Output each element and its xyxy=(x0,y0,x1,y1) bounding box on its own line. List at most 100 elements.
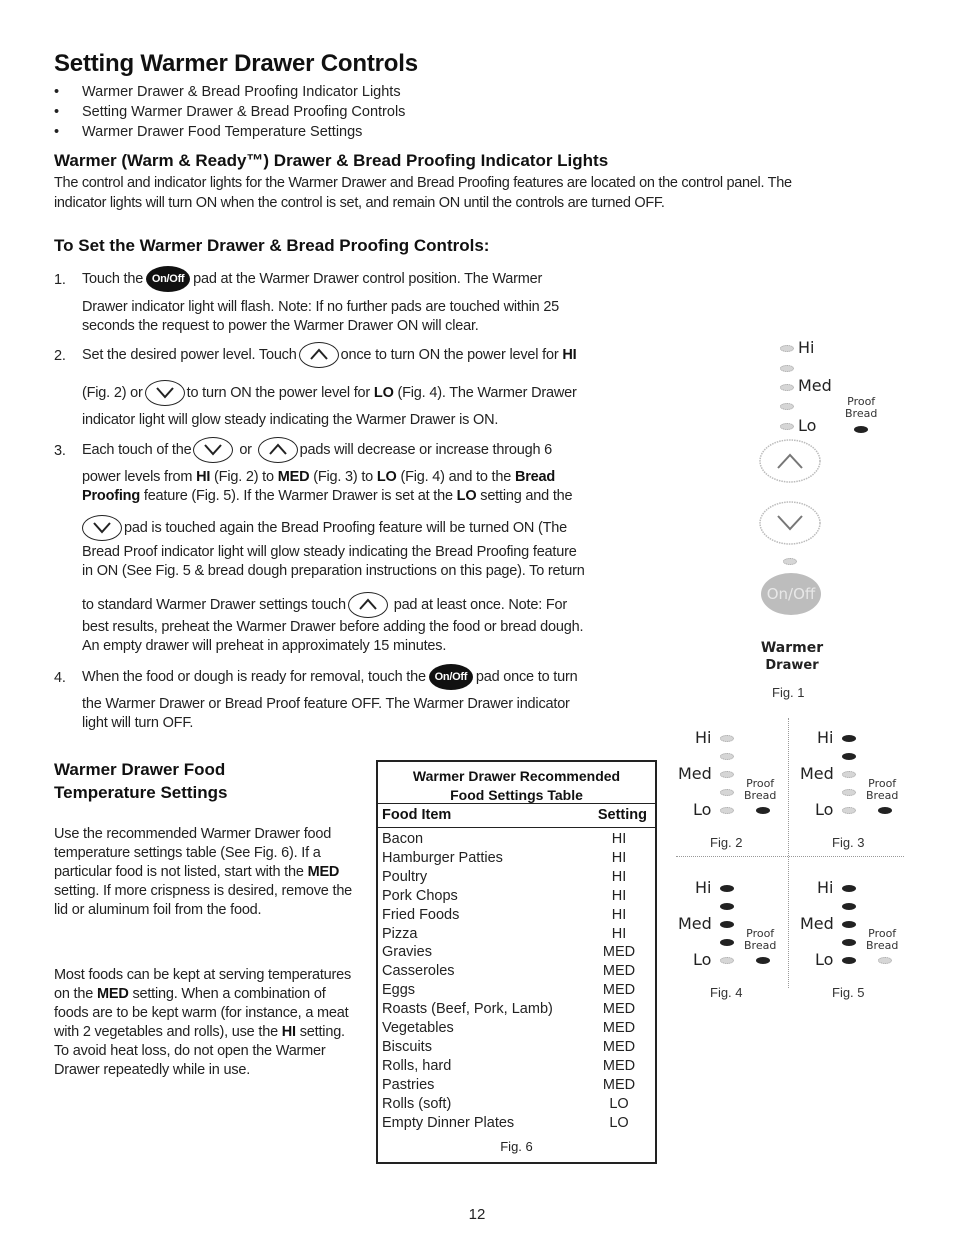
warmer-drawer-label: Warmer Drawer xyxy=(756,640,828,674)
food-item-cell: Pastries xyxy=(382,1076,435,1093)
text: Set the desired power level. Touch xyxy=(82,346,297,363)
text: pad once to turn xyxy=(475,668,578,685)
food-item-cell: Fried Foods xyxy=(382,906,460,923)
label-line: Warmer xyxy=(760,640,824,656)
proof-bread-indicator-light-on xyxy=(756,957,770,964)
fig-4-caption: Fig. 4 xyxy=(710,985,743,1000)
step-line: light will turn OFF. xyxy=(82,715,194,731)
level-indicator-light-on xyxy=(720,921,734,928)
proof-bread-label: Proof Bread xyxy=(744,778,776,802)
step-line: Set the desired power level. Touch once t… xyxy=(82,342,577,368)
setting-cell: HI xyxy=(611,887,627,904)
level-indicator-light-off xyxy=(720,771,734,778)
table-row: Rolls, hard MED xyxy=(382,1057,655,1076)
step-line: Proofing feature (Fig. 5). If the Warmer… xyxy=(82,488,573,504)
setting-cell: LO xyxy=(609,1095,629,1112)
fig-2-caption: Fig. 2 xyxy=(710,835,743,850)
down-arrow-pad-icon xyxy=(193,437,234,463)
level-label-med: Med xyxy=(800,764,834,783)
setting-cell: HI xyxy=(611,868,627,885)
text: (Fig. 2) or xyxy=(82,384,143,401)
level-indicator-light-off xyxy=(720,789,734,796)
level-indicator-light-on xyxy=(720,885,734,892)
page-number: 12 xyxy=(468,1206,486,1223)
food-item-cell: Rolls, hard xyxy=(382,1057,452,1074)
food-settings-table: Warmer Drawer Recommended Food Settings … xyxy=(376,760,657,1164)
step-number: 2. xyxy=(54,348,66,364)
level-label-hi: Hi xyxy=(695,728,712,747)
setting-cell: MED xyxy=(602,1020,636,1037)
level-indicator-light-off xyxy=(842,807,856,814)
food-item-cell: Rolls (soft) xyxy=(382,1095,452,1112)
text: feature (Fig. 5). If the Warmer Drawer i… xyxy=(143,488,453,504)
text: to standard Warmer Drawer settings touch xyxy=(82,596,346,613)
step-line: the Warmer Drawer or Bread Proof feature… xyxy=(82,696,570,712)
level-indicator-light-off xyxy=(780,365,794,372)
table-caption: Fig. 6 xyxy=(500,1138,533,1154)
text: When the food or dough is ready for remo… xyxy=(82,668,426,685)
up-arrow-pad-icon xyxy=(298,342,339,368)
level-indicator-light-off xyxy=(720,957,734,964)
fig-5-caption: Fig. 5 xyxy=(832,985,865,1000)
fig-1-caption: Fig. 1 xyxy=(772,685,805,700)
step-line: Each touch of the or pads will decrease … xyxy=(82,437,552,463)
label-line: Bread xyxy=(866,939,899,952)
text: (Fig. 2) to xyxy=(214,469,274,485)
proof-bread-indicator-light-on xyxy=(756,807,770,814)
onoff-pad-icon: On/Off xyxy=(428,664,473,690)
food-item-cell: Pizza xyxy=(382,925,418,942)
label-line: Drawer xyxy=(765,658,819,673)
down-arrow-pad-icon xyxy=(82,515,122,541)
level-indicator-light-on xyxy=(842,735,856,742)
table-row: Vegetables MED xyxy=(382,1019,655,1038)
heading-line: Warmer Drawer Food xyxy=(54,760,226,779)
page-title: Setting Warmer Drawer Controls xyxy=(54,50,418,77)
heading-line: Temperature Settings xyxy=(54,783,228,802)
level-indicator-light-on xyxy=(720,903,734,910)
food-item-cell: Poultry xyxy=(382,868,428,885)
level-label-lo: Lo xyxy=(815,800,834,819)
emphasis: HI xyxy=(281,1024,296,1040)
food-item-cell: Biscuits xyxy=(382,1038,432,1055)
food-item-cell: Eggs xyxy=(382,982,416,999)
emphasis: HI xyxy=(196,469,211,485)
level-indicator-light-on xyxy=(842,957,856,964)
level-indicator-light-off xyxy=(780,384,794,391)
step-line: (Fig. 2) or to turn ON the power level fo… xyxy=(82,380,577,406)
setting-cell: HI xyxy=(611,831,627,847)
setting-cell: HI xyxy=(611,925,627,942)
text: or xyxy=(239,441,252,458)
setting-cell: MED xyxy=(602,1001,636,1018)
level-indicator-light-off xyxy=(720,807,734,814)
fig-3-caption: Fig. 3 xyxy=(832,835,865,850)
table-row: Eggs MED xyxy=(382,981,655,1000)
level-label-lo: Lo xyxy=(693,800,712,819)
label-line: Bread xyxy=(744,939,777,952)
step-line: Touch the On/Off pad at the Warmer Drawer … xyxy=(82,266,542,292)
column-header-food-item: Food Item xyxy=(382,807,452,823)
food-item-cell: Bacon xyxy=(382,831,424,847)
setting-cell: MED xyxy=(602,1076,636,1093)
setting-cell: MED xyxy=(602,982,636,999)
table-row: Biscuits MED xyxy=(382,1038,655,1057)
text: pad at least once. Note: For xyxy=(393,596,568,613)
indicator-lights-body: The control and indicator lights for the… xyxy=(54,174,894,213)
down-arrow-pad-button[interactable] xyxy=(758,500,822,546)
onoff-pad-button[interactable]: On/Off xyxy=(761,573,821,615)
table-row: Roasts (Beef, Pork, Lamb) MED xyxy=(382,1000,655,1019)
text: pads will decrease or increase through 6 xyxy=(299,441,553,458)
step-line: power levels from HI (Fig. 2) to MED (Fi… xyxy=(82,469,555,485)
topic-item: Setting Warmer Drawer & Bread Proofing C… xyxy=(54,102,405,122)
body-line: The control and indicator lights for the… xyxy=(54,175,792,191)
level-indicator-light-on xyxy=(842,885,856,892)
up-arrow-pad-icon xyxy=(347,592,388,618)
table-row: Pork Chops HI xyxy=(382,887,655,906)
table-row: Pizza HI xyxy=(382,925,655,944)
step-number: 3. xyxy=(54,443,66,459)
up-arrow-pad-button[interactable] xyxy=(758,438,822,484)
setting-cell: MED xyxy=(602,1038,636,1055)
table-row: Rolls (soft) LO xyxy=(382,1095,655,1114)
level-indicator-light-on xyxy=(842,753,856,760)
level-label-hi: Hi xyxy=(817,878,834,897)
table-row: Hamburger Patties HI xyxy=(382,849,655,868)
